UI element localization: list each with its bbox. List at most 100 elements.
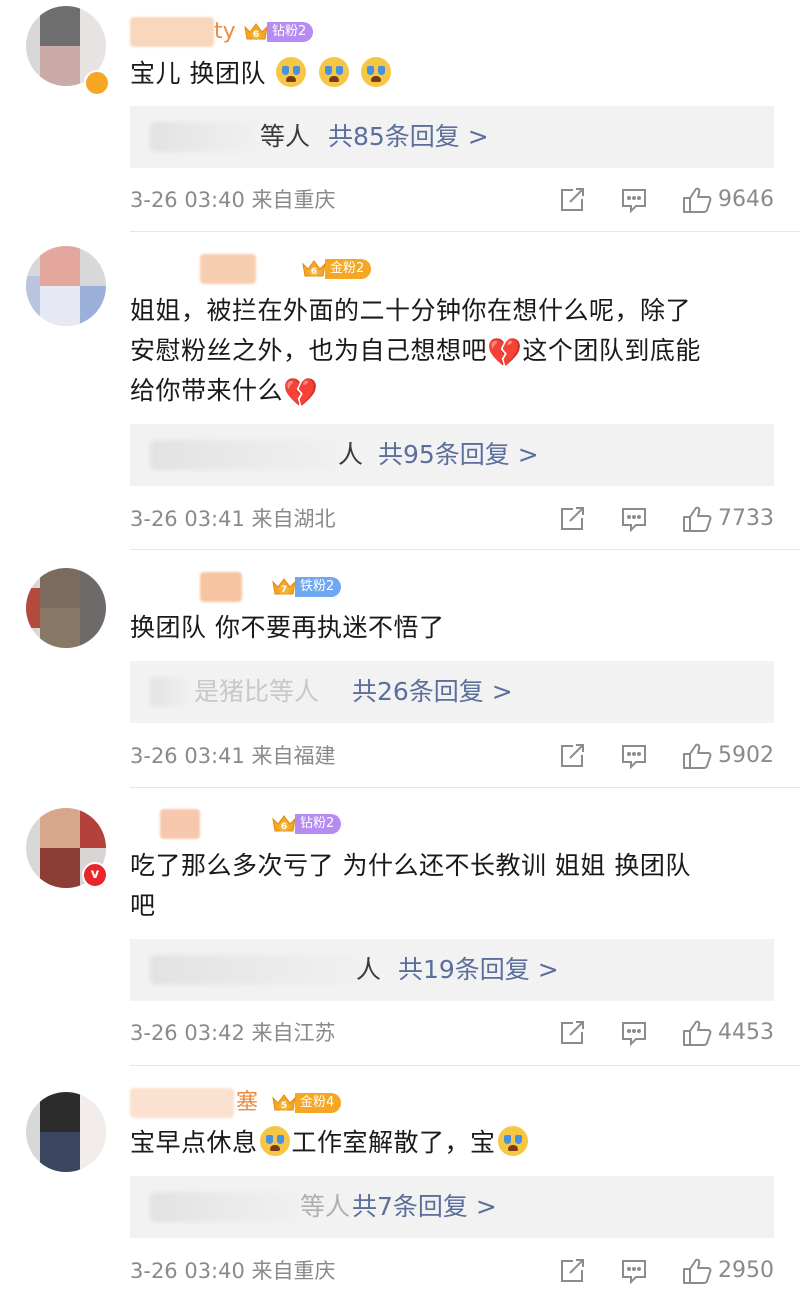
username-blurred — [200, 254, 256, 284]
reply-preview[interactable]: 人 共95条回复 > — [130, 424, 774, 486]
comment-text: 姐姐，被拦在外面的二十分钟你在想什么呢，除了 安慰粉丝之外，也为自己想想吧💔这个… — [130, 296, 701, 409]
divider — [130, 1065, 800, 1066]
verified-badge-icon: v — [82, 862, 108, 888]
view-replies-link[interactable]: 共85条回复 > — [328, 106, 489, 168]
reply-users-blurred — [150, 677, 190, 707]
comment-meta: 3-26 03:41 来自湖北 7733 — [130, 504, 774, 534]
view-replies-link[interactable]: 共7条回复 > — [352, 1176, 497, 1238]
fan-badge[interactable]: 6 金粉2 — [300, 258, 372, 280]
broken-heart-icon: 💔 — [487, 336, 523, 369]
crown-icon: 6 — [242, 21, 270, 43]
username-row[interactable]: 6 金粉2 — [130, 254, 450, 284]
username-blurred — [200, 572, 242, 602]
comment-meta: 3-26 03:40 来自重庆 2950 — [130, 1256, 774, 1286]
thumbs-up-icon — [682, 186, 712, 214]
comment-icon[interactable] — [620, 742, 648, 770]
crying-face-icon — [361, 57, 392, 87]
crown-icon: 5 — [270, 1092, 298, 1114]
reply-preview[interactable]: 是猪比等人 共26条回复 > — [130, 661, 774, 723]
thumbs-up-icon — [682, 1019, 712, 1047]
share-icon[interactable] — [558, 1257, 586, 1285]
like-button[interactable]: 2950 — [682, 1256, 774, 1286]
username-blurred — [160, 809, 200, 839]
action-bar: 5902 — [558, 741, 774, 771]
reply-suffix: 是猪比等人 — [194, 677, 320, 706]
avatar[interactable] — [26, 1092, 106, 1172]
avatar[interactable] — [26, 568, 106, 648]
action-bar: 7733 — [558, 504, 774, 534]
comment-meta: 3-26 03:40 来自重庆 9646 — [130, 185, 774, 215]
like-count: 5902 — [718, 743, 774, 768]
reply-suffix: 人 — [338, 440, 364, 469]
fan-level-label: 金粉2 — [325, 259, 372, 279]
comment-text: 宝早点休息 工作室解散了，宝 — [130, 1123, 772, 1163]
action-bar: 2950 — [558, 1256, 774, 1286]
fan-badge[interactable]: 7 铁粉2 — [270, 576, 342, 598]
timestamp-location: 3-26 03:41 来自湖北 — [130, 507, 336, 531]
comment-icon[interactable] — [620, 1257, 648, 1285]
avatar[interactable] — [26, 246, 106, 326]
fan-level-label: 钻粉2 — [295, 814, 342, 834]
thumbs-up-icon — [682, 505, 712, 533]
fan-badge[interactable]: 6 钻粉2 — [242, 21, 314, 43]
comment-text: 换团队 你不要再执迷不悟了 — [130, 613, 445, 642]
verified-badge-icon — [84, 70, 110, 96]
comment-icon[interactable] — [620, 186, 648, 214]
fan-level-label: 钻粉2 — [267, 22, 314, 42]
reply-suffix: 人 — [356, 955, 382, 984]
crown-icon: 7 — [270, 576, 298, 598]
timestamp-location: 3-26 03:40 来自重庆 — [130, 188, 336, 212]
comment-meta: 3-26 03:42 来自江苏 4453 — [130, 1018, 774, 1048]
broken-heart-icon: 💔 — [283, 376, 319, 409]
username-row[interactable]: 7 铁粉2 — [130, 572, 450, 602]
username-text: 塞 — [236, 1090, 259, 1115]
like-count: 2950 — [718, 1258, 774, 1283]
reply-preview[interactable]: 人 共19条回复 > — [130, 939, 774, 1001]
comment-icon[interactable] — [620, 505, 648, 533]
username-row[interactable]: 塞 5 金粉4 — [130, 1088, 450, 1118]
reply-preview[interactable]: 等人 共7条回复 > — [130, 1176, 774, 1238]
reply-users-blurred — [150, 122, 256, 152]
comment-text: 宝儿 换团队 — [130, 54, 772, 94]
comment-text: 吃了那么多次亏了 为什么还不长教训 姐姐 换团队 吧 — [130, 851, 691, 920]
action-bar: 9646 — [558, 185, 774, 215]
crown-icon: 6 — [270, 813, 298, 835]
fan-badge[interactable]: 6 钻粉2 — [270, 813, 342, 835]
thumbs-up-icon — [682, 742, 712, 770]
fan-badge[interactable]: 5 金粉4 — [270, 1092, 342, 1114]
share-icon[interactable] — [558, 742, 586, 770]
crying-face-icon — [259, 1126, 290, 1156]
username-row[interactable]: ty 6 钻粉2 — [130, 17, 430, 47]
like-count: 4453 — [718, 1020, 774, 1045]
action-bar: 4453 — [558, 1018, 774, 1048]
username-row[interactable]: 6 钻粉2 — [130, 809, 450, 839]
comment-icon[interactable] — [620, 1019, 648, 1047]
view-replies-link[interactable]: 共19条回复 > — [398, 939, 559, 1001]
reply-users-blurred — [150, 955, 360, 985]
reply-preview[interactable]: 等人 共85条回复 > — [130, 106, 774, 168]
divider — [130, 787, 800, 788]
like-button[interactable]: 5902 — [682, 741, 774, 771]
like-button[interactable]: 4453 — [682, 1018, 774, 1048]
fan-level-label: 金粉4 — [295, 1093, 342, 1113]
like-count: 7733 — [718, 506, 774, 531]
view-replies-link[interactable]: 共95条回复 > — [378, 424, 539, 486]
divider — [130, 549, 800, 550]
timestamp-location: 3-26 03:42 来自江苏 — [130, 1021, 336, 1045]
share-icon[interactable] — [558, 505, 586, 533]
reply-users-blurred — [150, 440, 336, 470]
divider — [130, 231, 800, 232]
like-button[interactable]: 7733 — [682, 504, 774, 534]
share-icon[interactable] — [558, 1019, 586, 1047]
like-count: 9646 — [718, 187, 774, 212]
thumbs-up-icon — [682, 1257, 712, 1285]
reply-suffix: 等人 — [300, 1192, 351, 1221]
username-blurred — [130, 1088, 234, 1118]
view-replies-link[interactable]: 共26条回复 > — [352, 661, 513, 723]
share-icon[interactable] — [558, 186, 586, 214]
crown-icon: 6 — [300, 258, 328, 280]
like-button[interactable]: 9646 — [682, 185, 774, 215]
timestamp-location: 3-26 03:41 来自福建 — [130, 744, 336, 768]
fan-level-label: 铁粉2 — [295, 577, 342, 597]
username-text: ty — [214, 19, 236, 44]
